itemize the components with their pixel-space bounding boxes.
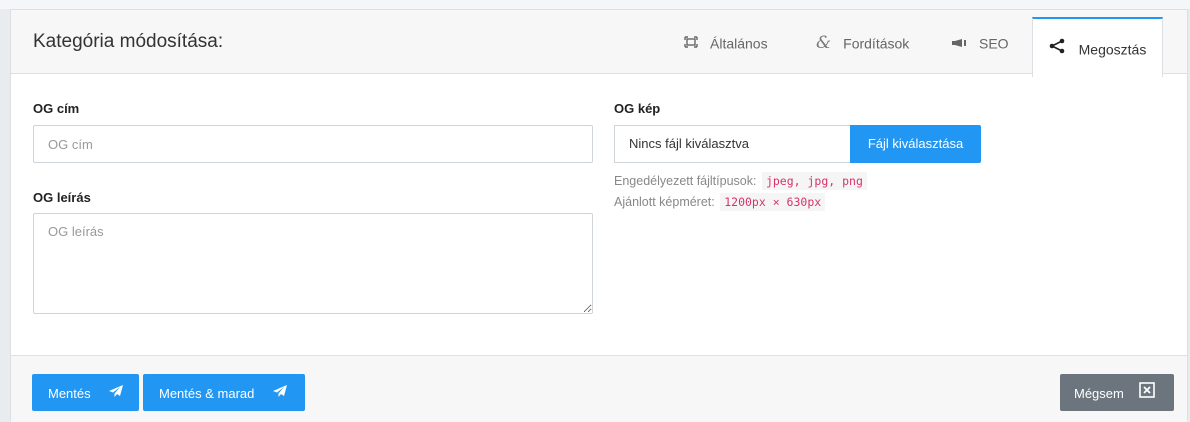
tab-translations-label: Fordítások: [843, 35, 910, 52]
cancel-button-label: Mégsem: [1074, 386, 1124, 402]
allowed-types-label: Engedélyezett fájltípusok:: [614, 174, 757, 188]
ampersand-icon: &: [816, 33, 832, 54]
category-edit-card: Kategória módosítása: Általános & Fordítá…: [10, 9, 1188, 422]
megaphone-icon: [951, 11, 967, 75]
cancel-button[interactable]: Mégsem: [1060, 374, 1174, 411]
recommended-size-value: 1200px × 630px: [720, 193, 826, 211]
share-icon: [1049, 20, 1065, 78]
save-button[interactable]: Mentés: [32, 374, 139, 411]
card-footer: Mentés Mentés & marad Mégsem: [11, 355, 1187, 422]
expand-icon: [684, 11, 698, 75]
tab-translations[interactable]: & Fordítások: [816, 10, 909, 74]
save-and-stay-label: Mentés & marad: [159, 386, 255, 402]
page-title: Kategória módosítása:: [33, 31, 224, 52]
og-title-input[interactable]: [33, 125, 593, 163]
og-description-textarea[interactable]: [33, 213, 593, 314]
file-status-field[interactable]: Nincs fájl kiválasztva: [614, 125, 850, 163]
allowed-types-value: jpeg, jpg, png: [761, 172, 867, 190]
og-image-label: OG kép: [614, 101, 661, 116]
card-header: Kategória módosítása: Általános & Fordítá…: [11, 10, 1187, 77]
tab-seo[interactable]: SEO: [951, 10, 1009, 74]
tab-general-label: Általános: [710, 35, 768, 52]
recommended-size-label: Ajánlott képméret:: [614, 195, 715, 209]
top-strip: [0, 0, 1190, 9]
tab-sharing[interactable]: Megosztás: [1032, 17, 1163, 77]
tab-seo-label: SEO: [979, 35, 1009, 52]
file-status-text: Nincs fájl kiválasztva: [629, 136, 749, 151]
allowed-types-hint: Engedélyezett fájltípusok: jpeg, jpg, pn…: [614, 172, 867, 190]
paper-plane-icon: [108, 375, 124, 412]
save-button-label: Mentés: [48, 386, 91, 402]
og-title-label: OG cím: [33, 101, 80, 116]
save-and-stay-button[interactable]: Mentés & marad: [143, 374, 305, 411]
close-box-icon: [1139, 375, 1156, 412]
choose-file-button[interactable]: Fájl kiválasztása: [850, 125, 981, 163]
tab-sharing-label: Megosztás: [1078, 41, 1147, 58]
paper-plane-icon: [272, 375, 288, 412]
og-description-label: OG leírás: [33, 190, 91, 205]
recommended-size-hint: Ajánlott képméret: 1200px × 630px: [614, 193, 826, 211]
tab-general[interactable]: Általános: [684, 10, 768, 74]
